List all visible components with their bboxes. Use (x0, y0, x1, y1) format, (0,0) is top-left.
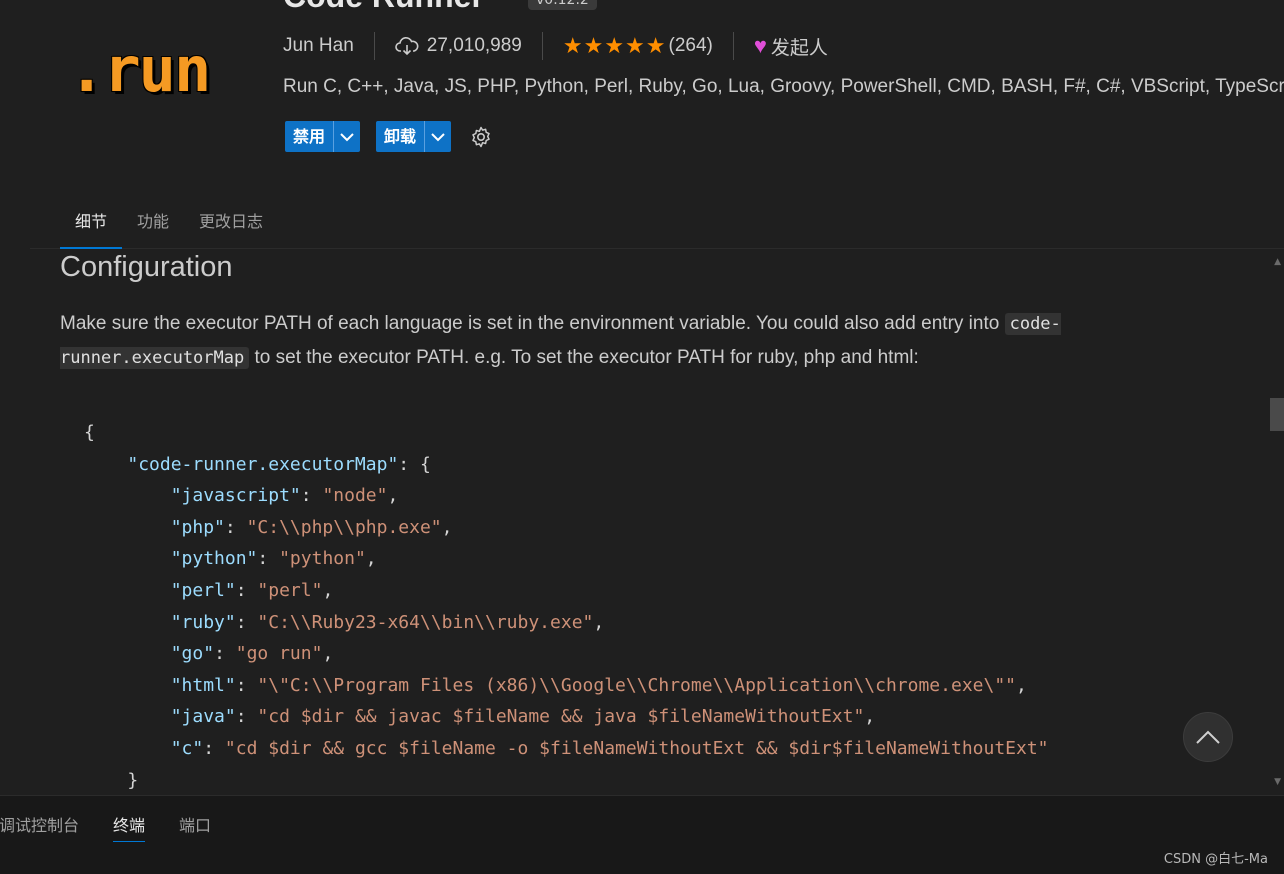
extension-meta: Jun Han 27,010,989 ★★★★★ (264) ♥ 发起人 (283, 30, 828, 62)
scrollbar-thumb[interactable] (1270, 398, 1284, 431)
download-count: 27,010,989 (426, 35, 522, 56)
uninstall-dropdown-button[interactable] (424, 121, 451, 152)
paragraph-text: to set the executor PATH. e.g. To set th… (249, 347, 919, 368)
code-value: "C:\\php\\php.exe" (246, 516, 442, 538)
scroll-to-top-button[interactable] (1183, 712, 1233, 762)
heart-icon: ♥ (753, 33, 767, 58)
scroll-up-arrow-icon[interactable]: ▲ (1274, 257, 1281, 267)
tab-features[interactable]: 功能 (122, 200, 184, 248)
bottom-panel: 调试控制台 终端 端口 CSDN @白七-Ma (0, 795, 1284, 874)
code-key: "python" (170, 548, 258, 570)
chevron-down-icon (431, 132, 445, 141)
code-value: "C:\\Ruby23-x64\\bin\\ruby.exe" (257, 611, 594, 633)
divider (373, 32, 375, 60)
disable-button[interactable]: 禁用 (285, 121, 333, 152)
paragraph-text: Make sure the executor PATH of each lang… (60, 313, 1005, 334)
code-value: "go run" (235, 643, 323, 665)
divider (732, 32, 734, 60)
section-heading: Configuration (60, 251, 233, 283)
vscode-extension-page: .run Code Runner v0.12.2 Jun Han 27,010,… (0, 0, 1284, 874)
config-paragraph: Make sure the executor PATH of each lang… (60, 307, 1100, 375)
uninstall-split-button: 卸载 (376, 121, 452, 152)
tab-debug-console[interactable]: 调试控制台 (0, 806, 79, 842)
code-key: "perl" (170, 579, 236, 601)
code-value: "cd $dir && javac $fileName && java $fil… (257, 706, 865, 728)
code-value: "\"C:\\Program Files (x86)\\Google\\Chro… (257, 674, 1017, 696)
scroll-down-arrow-icon[interactable]: ▼ (1274, 777, 1281, 787)
code-block: { "code-runner.executorMap": { "javascri… (84, 422, 1049, 791)
version-badge: v0.12.2 (528, 0, 597, 10)
disable-dropdown-button[interactable] (333, 121, 360, 152)
code-key: "javascript" (170, 485, 301, 507)
gear-icon[interactable] (469, 125, 493, 149)
code-value: "python" (279, 548, 366, 570)
divider (541, 32, 543, 60)
disable-split-button: 禁用 (285, 121, 361, 152)
tab-ports[interactable]: 端口 (179, 806, 211, 842)
code-brace: } (127, 769, 139, 791)
code-brace: { (84, 422, 95, 443)
chevron-down-icon (340, 132, 354, 141)
code-value: "perl" (257, 579, 323, 601)
code-key: "code-runner.executorMap" (127, 453, 399, 475)
extension-title: Code Runner (283, 0, 484, 15)
code-key: "html" (170, 674, 236, 696)
extension-header: .run Code Runner v0.12.2 Jun Han 27,010,… (0, 0, 1284, 200)
extension-description: Run C, C++, Java, JS, PHP, Python, Perl,… (283, 76, 1284, 97)
content-scrollbar[interactable]: ▲ ▼ (1270, 249, 1284, 795)
tab-terminal[interactable]: 终端 (113, 806, 146, 842)
code-value: "cd $dir && gcc $fileName -o $fileNameWi… (224, 737, 1049, 759)
code-key: "c" (170, 737, 204, 759)
code-value: "node" (322, 485, 388, 507)
code-key: "ruby" (170, 611, 236, 633)
tab-changelog[interactable]: 更改日志 (184, 200, 278, 248)
rating-count[interactable]: (264) (669, 35, 713, 57)
sponsor-link[interactable]: 发起人 (771, 33, 828, 60)
uninstall-button[interactable]: 卸载 (376, 121, 424, 152)
chevron-up-icon (1196, 730, 1220, 744)
panel-tabs: 调试控制台 终端 端口 (0, 806, 228, 842)
cloud-download-icon (394, 37, 419, 56)
tab-details[interactable]: 细节 (60, 200, 123, 249)
extension-actions: 禁用 卸载 (285, 121, 493, 152)
watermark: CSDN @白七-Ma (1163, 852, 1268, 867)
readme-content: Configuration Make sure the executor PAT… (0, 249, 1270, 795)
code-key: "php" (170, 516, 225, 538)
code-key: "java" (170, 706, 236, 728)
code-key: "go" (170, 643, 215, 665)
extension-logo: .run (68, 33, 211, 106)
author-link[interactable]: Jun Han (283, 35, 354, 57)
detail-tabs: 细节 功能 更改日志 (30, 200, 1284, 249)
rating-stars-icon[interactable]: ★★★★★ (563, 33, 667, 59)
